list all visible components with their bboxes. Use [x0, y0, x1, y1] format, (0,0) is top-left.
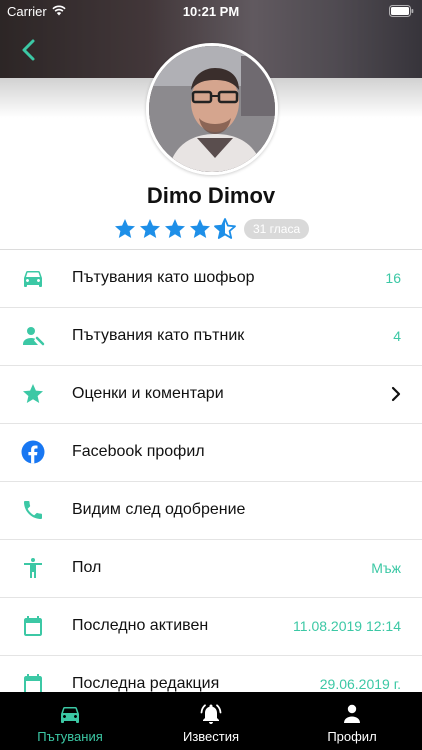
rating-row: 31 гласа — [113, 216, 310, 242]
car-icon — [61, 707, 79, 723]
tab-bar: Пътувания Известия Профил — [0, 692, 422, 750]
menu-item-passenger-trips[interactable]: Пътувания като пътник 4 — [0, 308, 422, 366]
profile-menu-list: Пътувания като шофьор 16 Пътувания като … — [0, 250, 422, 714]
votes-badge: 31 гласа — [244, 219, 310, 239]
menu-item-label: Последна редакция — [72, 675, 220, 692]
profile-name: Dimo Dimov — [146, 183, 276, 208]
menu-item-label: Пътувания като пътник — [72, 327, 245, 344]
menu-item-value: 4 — [393, 328, 401, 344]
menu-item-label: Последно активен — [72, 617, 209, 634]
menu-item-label: Пътувания като шофьор — [72, 269, 255, 286]
star-full-icon — [115, 219, 135, 238]
avatar — [146, 43, 278, 175]
star-icon — [23, 384, 43, 403]
car-icon — [24, 271, 42, 287]
accessibility-icon — [24, 558, 42, 578]
tab-label: Пътувания — [37, 729, 103, 744]
menu-item-label: Facebook профил — [72, 443, 205, 460]
menu-item-gender[interactable]: Пол Мъж — [0, 540, 422, 598]
bell-icon — [200, 704, 222, 724]
tab-trips[interactable]: Пътувания — [0, 692, 140, 750]
menu-item-label: Оценки и коментари — [72, 385, 224, 402]
star-full-icon — [140, 219, 160, 238]
status-time: 10:21 PM — [182, 4, 240, 19]
calendar-icon — [24, 616, 42, 636]
menu-item-value: 29.06.2019 г. — [319, 676, 401, 692]
person-icon — [23, 327, 45, 346]
menu-item-value: Мъж — [371, 560, 401, 576]
status-bar: Carrier 10:21 PM — [0, 0, 422, 22]
menu-item-value: 11.08.2019 12:14 — [293, 618, 401, 634]
star-half-icon — [214, 218, 236, 239]
menu-item-label: Видим след одобрение — [72, 501, 246, 518]
menu-item-phone[interactable]: Видим след одобрение — [0, 482, 422, 540]
tab-notifications[interactable]: Известия — [141, 692, 281, 750]
menu-item-ratings-comments[interactable]: Оценки и коментари — [0, 366, 422, 424]
phone-icon — [24, 501, 42, 519]
facebook-icon — [21, 440, 45, 464]
chevron-left-icon[interactable] — [14, 36, 42, 64]
person-icon — [344, 704, 360, 723]
star-full-icon — [190, 219, 210, 238]
menu-item-facebook[interactable]: Facebook профил — [0, 424, 422, 482]
chevron-right-icon — [391, 386, 401, 402]
menu-item-value: 16 — [385, 270, 401, 286]
star-full-icon — [165, 219, 185, 238]
menu-item-last-active[interactable]: Последно активен 11.08.2019 12:14 — [0, 598, 422, 656]
menu-item-label: Пол — [72, 559, 102, 576]
tab-profile[interactable]: Профил — [282, 692, 422, 750]
battery-icon — [389, 5, 414, 17]
tab-label: Известия — [182, 729, 240, 744]
menu-item-driver-trips[interactable]: Пътувания като шофьор 16 — [0, 250, 422, 308]
tab-label: Профил — [327, 729, 377, 744]
